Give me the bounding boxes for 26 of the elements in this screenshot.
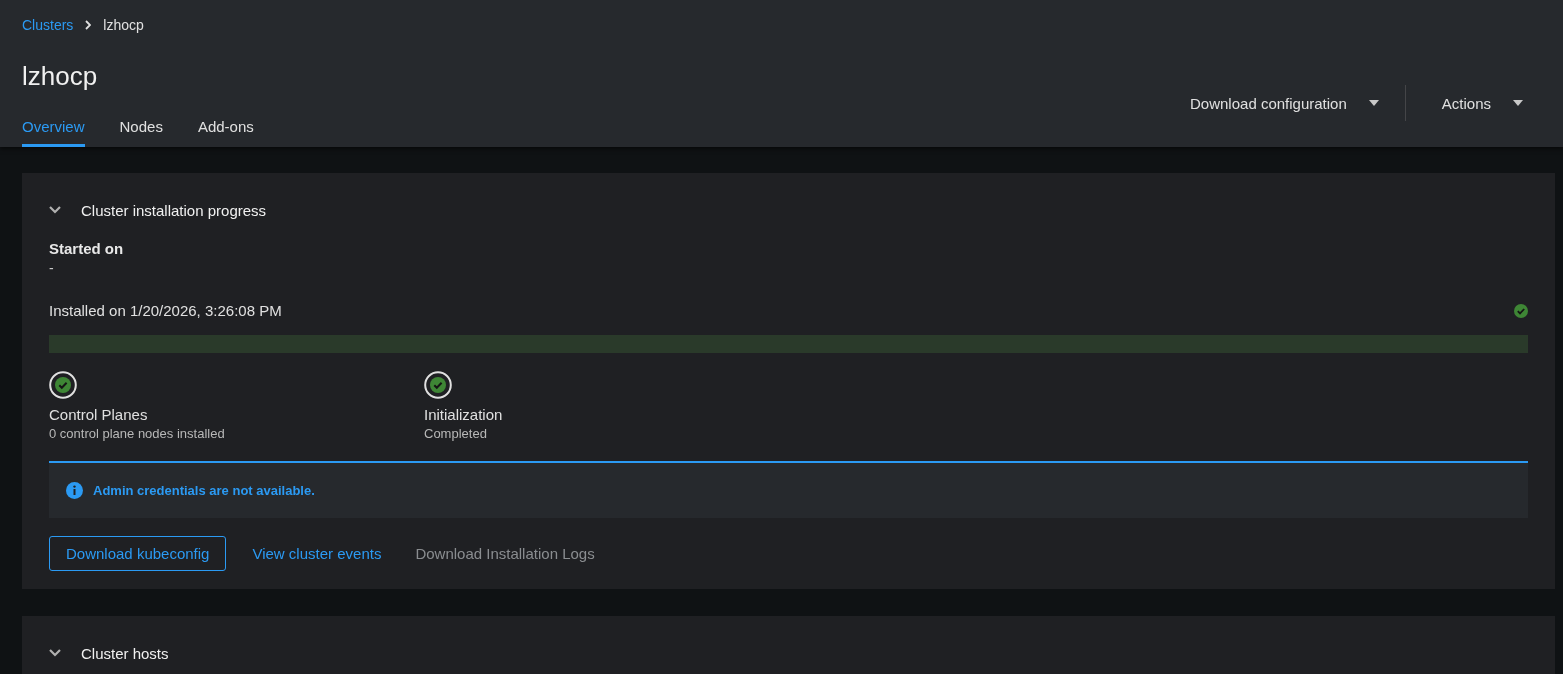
tab[interactable]: Add-ons — [197, 112, 254, 147]
tab[interactable]: Overview — [22, 112, 85, 147]
step-name: Control Planes — [49, 406, 148, 423]
step-detail: 0 control plane nodes installed — [49, 426, 225, 441]
caret-icon — [1513, 100, 1523, 106]
dropdown-button[interactable]: Actions — [1413, 86, 1541, 120]
breadcrumb-link[interactable]: Clusters — [22, 17, 74, 33]
caret-icon — [1368, 100, 1379, 106]
card-title: Cluster installation progress — [81, 201, 267, 219]
info-icon — [66, 482, 83, 499]
kubeconfig-button[interactable]: Download kubeconfig — [49, 536, 227, 571]
installed-text: Installed on 1/20/2026, 3:26:08 PM — [49, 302, 282, 319]
tab[interactable]: Nodes — [119, 112, 163, 147]
chevron-right-icon — [85, 20, 92, 30]
field-label: Started on — [49, 240, 125, 257]
step-detail: Completed — [424, 426, 487, 441]
dropdown-button[interactable]: Download configuration — [1162, 86, 1397, 120]
field-value: - — [49, 260, 55, 276]
page-title: lzhocp — [22, 60, 99, 93]
link-button[interactable]: View cluster events — [244, 537, 390, 570]
breadcrumb-current: lzhocp — [103, 17, 144, 33]
step-name: Initialization — [424, 406, 503, 423]
chevron-icon[interactable] — [49, 649, 61, 657]
alert-text: Admin credentials are not available. — [93, 483, 315, 498]
chevron-icon[interactable] — [49, 206, 61, 214]
card-title: Cluster hosts — [81, 644, 169, 662]
